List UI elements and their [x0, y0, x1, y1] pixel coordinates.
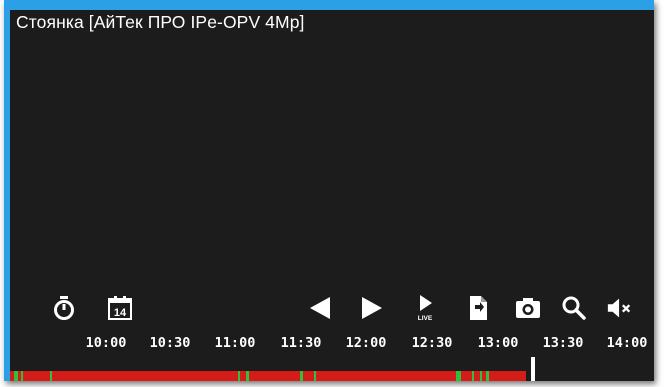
playback-position-marker[interactable] [531, 357, 535, 381]
live-icon[interactable]: LIVE [412, 294, 440, 322]
recording-event-segment [246, 371, 249, 381]
timeline-tick: 13:00 [477, 335, 519, 351]
timeline-tick: 12:00 [345, 335, 387, 351]
timeline-tick: 13:30 [542, 335, 584, 351]
recording-event-segment [314, 371, 316, 381]
timeline-tick: 14:00 [606, 335, 648, 351]
recording-timeline-bar[interactable] [10, 371, 526, 381]
calendar-day: 14 [114, 307, 127, 319]
step-back-icon[interactable] [306, 294, 334, 322]
timer-icon[interactable] [50, 294, 78, 322]
recording-event-segment [21, 371, 23, 381]
recording-event-segment [486, 371, 489, 381]
live-label: LIVE [418, 315, 433, 322]
camera-window: Стоянка [АйТек ПРО IPe-OPV 4Mp] 14 LIVE … [4, 0, 654, 381]
recording-event-segment [472, 371, 474, 381]
play-icon[interactable] [358, 294, 386, 322]
snapshot-camera-icon[interactable] [514, 294, 542, 322]
recording-event-segment [300, 371, 303, 381]
recording-event-segment [14, 371, 18, 381]
video-viewport[interactable]: Стоянка [АйТек ПРО IPe-OPV 4Mp] 14 LIVE … [10, 10, 654, 381]
mute-speaker-icon[interactable] [606, 294, 634, 322]
timeline-tick: 10:00 [85, 335, 127, 351]
timeline-tick: 11:00 [214, 335, 256, 351]
timeline-tick: 12:30 [411, 335, 453, 351]
calendar-icon[interactable]: 14 [106, 294, 134, 322]
timeline-ticks: 10:00 10:30 11:00 11:30 12:00 12:30 13:0… [10, 335, 654, 357]
recording-event-segment [480, 371, 482, 381]
timeline-tick: 11:30 [280, 335, 322, 351]
export-file-icon[interactable] [464, 294, 492, 322]
camera-title: Стоянка [АйТек ПРО IPe-OPV 4Mp] [16, 12, 305, 32]
recording-event-segment [50, 371, 52, 381]
recording-event-segment [456, 371, 461, 381]
zoom-search-icon[interactable] [560, 294, 588, 322]
recording-event-segment [238, 371, 240, 381]
timeline-tick: 10:30 [149, 335, 191, 351]
